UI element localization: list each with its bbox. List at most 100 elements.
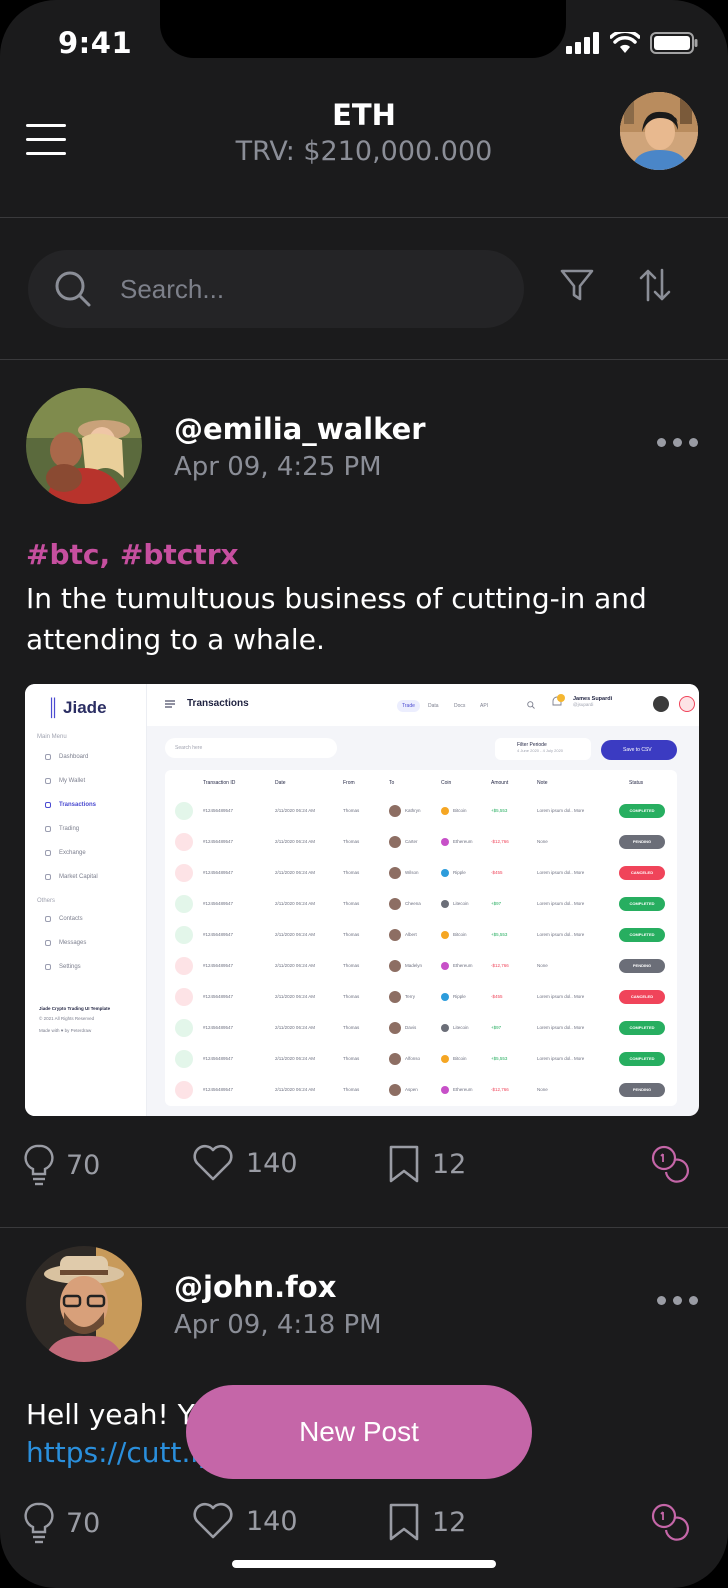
embed-nav-icon bbox=[45, 802, 51, 808]
like-button[interactable]: 140 bbox=[192, 1144, 298, 1182]
embed-cell-to: Albert bbox=[405, 932, 417, 937]
embed-outgoing-icon bbox=[175, 957, 193, 975]
page-subtitle: TRV: $210,000.000 bbox=[235, 136, 493, 167]
embed-status-badge: CANCELED bbox=[619, 990, 665, 1004]
embed-cell-coin: Ethereum bbox=[453, 1087, 473, 1092]
embed-incoming-icon bbox=[175, 926, 193, 944]
signal-icon bbox=[566, 32, 599, 54]
post-author-handle[interactable]: @john.fox bbox=[174, 1270, 336, 1304]
profile-avatar[interactable] bbox=[620, 92, 698, 170]
embed-cell-coin: Ethereum bbox=[453, 963, 473, 968]
embed-tab: API bbox=[480, 703, 489, 709]
page-title: ETH bbox=[332, 98, 396, 132]
embed-incoming-icon bbox=[175, 802, 193, 820]
embed-coin-icon bbox=[441, 1086, 449, 1094]
embed-cell-from: Thomas bbox=[343, 932, 360, 937]
embed-nav-item: Contacts bbox=[45, 916, 83, 922]
bookmark-button[interactable]: 12 bbox=[388, 1502, 466, 1542]
tip-button[interactable] bbox=[650, 1502, 690, 1542]
wifi-icon bbox=[610, 32, 640, 53]
like-button[interactable]: 140 bbox=[192, 1502, 298, 1540]
embed-cell-amount: -$12,766 bbox=[491, 839, 509, 844]
embed-incoming-icon bbox=[175, 895, 193, 913]
coins-icon bbox=[651, 1145, 689, 1183]
status-icons bbox=[566, 32, 698, 54]
embed-cell-id: #12456489547 bbox=[203, 963, 234, 968]
search-row bbox=[0, 218, 728, 360]
more-options-button[interactable] bbox=[657, 1296, 698, 1305]
embed-cell-note: Lorem ipsum dol.. More bbox=[537, 994, 585, 999]
post-author-avatar[interactable] bbox=[26, 1246, 142, 1362]
embed-cell-to: Alfonso bbox=[405, 1056, 421, 1061]
embed-cell-date: 2/11/2020 06:24 AM bbox=[275, 839, 315, 844]
embed-user: James Supardi @jsupardi bbox=[573, 696, 612, 707]
embed-tab: Docs bbox=[454, 703, 466, 709]
tip-button[interactable] bbox=[650, 1144, 690, 1184]
search-box[interactable] bbox=[28, 250, 524, 328]
post-author-avatar[interactable] bbox=[26, 388, 142, 504]
embed-cell-to: Wilson bbox=[405, 870, 419, 875]
more-icon-dot bbox=[689, 438, 698, 447]
embed-status-badge: PENDING bbox=[619, 1083, 665, 1097]
search-input[interactable] bbox=[120, 250, 500, 328]
embed-recipient-avatar bbox=[389, 898, 401, 910]
embed-coin-icon bbox=[441, 900, 449, 908]
embed-coin-icon bbox=[441, 931, 449, 939]
embed-cell-coin: Ethereum bbox=[453, 839, 473, 844]
embed-nav-label: Settings bbox=[59, 964, 81, 970]
embed-nav-label: My Wallet bbox=[59, 778, 86, 784]
post-text: In the tumultuous business of cutting-in… bbox=[26, 582, 647, 656]
post-hashtags[interactable]: #btc, #btctrx bbox=[26, 538, 239, 571]
home-indicator[interactable] bbox=[232, 1560, 496, 1568]
embed-nav-icon bbox=[45, 964, 51, 970]
more-icon-dot bbox=[673, 438, 682, 447]
post-author-handle[interactable]: @emilia_walker bbox=[174, 412, 426, 446]
embed-nav-icon bbox=[45, 850, 51, 856]
embed-status-badge: CANCELED bbox=[619, 866, 665, 880]
embed-status-badge: COMPLETED bbox=[619, 804, 665, 818]
embed-outgoing-icon bbox=[175, 833, 193, 851]
embed-cell-from: Thomas bbox=[343, 1025, 360, 1030]
embed-table-row: #12456489547 2/11/2020 06:24 AM Thomas Davi… bbox=[165, 1013, 677, 1044]
embed-cell-from: Thomas bbox=[343, 963, 360, 968]
embed-cell-coin: Bitcoin bbox=[453, 808, 467, 813]
new-post-button[interactable]: New Post bbox=[186, 1385, 532, 1479]
embed-cell-amount: -$455 bbox=[491, 870, 503, 875]
embed-cell-id: #12456489547 bbox=[203, 1025, 234, 1030]
embed-cell-to: Madelyn bbox=[405, 963, 423, 968]
embed-search-icon bbox=[527, 701, 535, 709]
post-image[interactable]: ║ Jiade Main Menu Dashboard My Wallet Trans… bbox=[25, 684, 699, 1116]
idea-button[interactable]: 70 bbox=[24, 1144, 100, 1186]
more-icon-dot bbox=[673, 1296, 682, 1305]
post-actions: 70 140 12 bbox=[0, 1502, 728, 1552]
post-actions: 70 140 12 bbox=[0, 1144, 728, 1194]
embed-search: Search here bbox=[165, 738, 337, 758]
header-title-block: ETH TRV: $210,000.000 bbox=[0, 98, 728, 167]
embed-cell-note: Lorem ipsum dol.. More bbox=[537, 901, 585, 906]
embed-table-row: #12456489547 2/11/2020 06:24 AM Thomas Albe… bbox=[165, 920, 677, 951]
bookmark-button[interactable]: 12 bbox=[388, 1144, 466, 1184]
bookmark-icon bbox=[389, 1503, 419, 1541]
embed-status-badge: COMPLETED bbox=[619, 1021, 665, 1035]
embed-cell-id: #12456489547 bbox=[203, 808, 234, 813]
embed-outgoing-icon bbox=[175, 864, 193, 882]
embed-filter: Filter Periode 4 June 2020 - 4 July 2020 bbox=[495, 738, 591, 760]
idea-button[interactable]: 70 bbox=[24, 1502, 100, 1544]
embed-cell-id: #12456489547 bbox=[203, 1056, 234, 1061]
embed-cell-to: Davis bbox=[405, 1025, 417, 1030]
embed-status-badge: COMPLETED bbox=[619, 928, 665, 942]
embed-status-badge: PENDING bbox=[619, 835, 665, 849]
embed-cell-id: #12456489547 bbox=[203, 994, 234, 999]
embed-column-header: Coin bbox=[441, 780, 452, 786]
coins-icon bbox=[651, 1503, 689, 1541]
filter-button[interactable] bbox=[560, 268, 594, 306]
embed-recipient-avatar bbox=[389, 960, 401, 972]
embed-cell-to: Kathryn bbox=[405, 808, 421, 813]
sort-button[interactable] bbox=[638, 268, 672, 306]
embed-table-row: #12456489547 2/11/2020 06:24 AM Thomas Chee… bbox=[165, 889, 677, 920]
embed-cell-to: Aspen bbox=[405, 1087, 418, 1092]
more-options-button[interactable] bbox=[657, 438, 698, 447]
embed-outgoing-icon bbox=[175, 988, 193, 1006]
embed-column-header: Transaction ID bbox=[203, 780, 236, 786]
embed-recipient-avatar bbox=[389, 1053, 401, 1065]
